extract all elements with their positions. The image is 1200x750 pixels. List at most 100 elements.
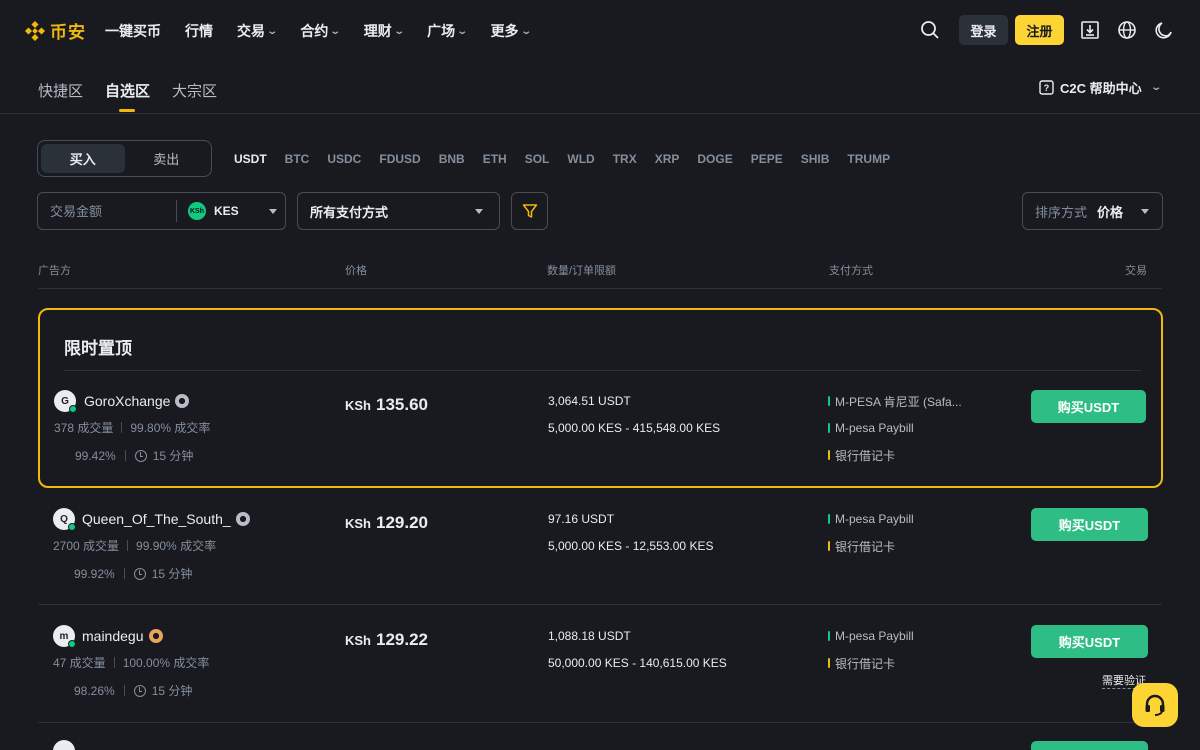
coin-tab-sol[interactable]: SOL	[525, 152, 550, 166]
binance-logo-icon	[24, 20, 46, 42]
chevron-down-icon: ⌄	[393, 25, 405, 37]
tab-p2p[interactable]: 自选区	[105, 80, 150, 112]
payment-method-select[interactable]: 所有支付方式	[297, 192, 500, 230]
search-icon[interactable]	[918, 18, 942, 42]
avatar[interactable]: m	[53, 625, 76, 648]
divider	[127, 540, 129, 551]
moon-icon[interactable]	[1152, 18, 1176, 42]
trade-stats: 378 成交量 99.80% 成交率	[54, 419, 210, 436]
coin-tab-wld[interactable]: WLD	[567, 152, 594, 166]
chevron-down-icon: ⌄	[329, 25, 342, 37]
coin-tab-bnb[interactable]: BNB	[439, 152, 465, 166]
payment-time-limit: 15 分钟	[151, 567, 193, 581]
register-button[interactable]: 注册	[1015, 15, 1064, 45]
payment-method-tag: 银行借记卡	[828, 656, 914, 671]
nav-item-square[interactable]: 广场 ⌄	[427, 21, 468, 41]
completion-rate: 99.90% 成交率	[136, 539, 217, 553]
login-button[interactable]: 登录	[959, 15, 1008, 45]
currency-symbol: KSh	[345, 398, 371, 413]
nav-item-more[interactable]: 更多 ⌄	[490, 21, 532, 41]
ad-price: KSh 129.22	[345, 630, 428, 650]
avatar[interactable]: Q	[53, 508, 76, 531]
payment-methods: M-pesa Paybill 银行借记卡	[828, 629, 914, 683]
coin-tab-doge[interactable]: DOGE	[697, 152, 732, 166]
nav-item-markets[interactable]: 行情	[185, 21, 213, 41]
avatar[interactable]	[53, 740, 75, 750]
buy-tab[interactable]: 买入	[41, 144, 125, 173]
payment-color-marker	[828, 450, 830, 460]
promoted-title: 限时置顶	[64, 339, 132, 358]
positive-rating: 99.92%	[74, 566, 115, 581]
payment-name: M-pesa Paybill	[835, 512, 914, 526]
advertiser-name[interactable]: Queen_Of_The_South_	[82, 511, 250, 527]
payment-color-marker	[828, 631, 830, 641]
nav-actions: 登录 注册	[918, 15, 1176, 45]
top-navbar: 币安 一键买币 行情 交易 ⌄ 合约 ⌄ 理财 ⌄ 广场 ⌄ 更多 ⌄ 登录 注册	[0, 0, 1200, 62]
coin-tab-usdt[interactable]: USDT	[234, 152, 267, 166]
binance-logo[interactable]: 币安	[24, 18, 86, 43]
nav-item-futures[interactable]: 合约 ⌄	[300, 21, 342, 41]
coin-tab-pepe[interactable]: PEPE	[751, 152, 783, 166]
tab-express[interactable]: 快捷区	[38, 80, 83, 101]
amount-input[interactable]	[38, 193, 176, 229]
tab-block-trade[interactable]: 大宗区	[172, 80, 217, 101]
currency-code: KES	[214, 204, 239, 218]
buy-usdt-button[interactable]: 购买USDT	[1031, 625, 1148, 658]
nav-label: 合约	[300, 23, 329, 39]
sell-tab[interactable]: 卖出	[125, 144, 209, 173]
rating-stats: 99.92% 15 分钟	[74, 565, 192, 582]
customer-support-button[interactable]	[1132, 683, 1178, 727]
payment-name: 银行借记卡	[835, 656, 896, 671]
coin-tab-shib[interactable]: SHIB	[801, 152, 830, 166]
c2c-help-center[interactable]: ? C2C 帮助中心 ⌄	[1039, 78, 1162, 97]
sort-select[interactable]: 排序方式 价格	[1022, 192, 1163, 230]
payment-methods: M-pesa Paybill 银行借记卡	[828, 512, 914, 566]
nav-item-quick-buy[interactable]: 一键买币	[105, 21, 161, 41]
help-icon: ?	[1039, 80, 1054, 95]
coin-tab-eth[interactable]: ETH	[483, 152, 507, 166]
payment-color-marker	[828, 423, 830, 433]
headset-icon	[1145, 694, 1165, 716]
coin-tab-xrp[interactable]: XRP	[655, 152, 680, 166]
fiat-currency-select[interactable]: KSh KES	[188, 202, 277, 220]
coin-tab-trx[interactable]: TRX	[613, 152, 637, 166]
nav-label: 一键买币	[105, 23, 161, 39]
nav-item-earn[interactable]: 理财 ⌄	[364, 21, 405, 41]
divider	[38, 722, 1162, 723]
amount-filter: KSh KES	[37, 192, 286, 230]
buy-usdt-button[interactable]: 购买USDT	[1031, 508, 1148, 541]
download-icon[interactable]	[1078, 18, 1102, 42]
advertiser-name[interactable]: maindegu	[82, 628, 163, 644]
divider	[113, 657, 115, 668]
caret-down-icon	[268, 208, 277, 214]
price-value: 129.20	[376, 513, 428, 532]
nav-item-trade[interactable]: 交易 ⌄	[237, 21, 278, 41]
ad-row: G GoroXchange 378 成交量 99.80% 成交率 99.42% 15…	[0, 390, 1200, 500]
coin-tab-trump[interactable]: TRUMP	[847, 152, 890, 166]
nav-label: 更多	[490, 23, 519, 39]
order-limit: 5,000.00 KES - 12,553.00 KES	[548, 539, 714, 553]
svg-text:?: ?	[1044, 83, 1050, 93]
divider	[0, 113, 1200, 114]
coin-tab-usdc[interactable]: USDC	[327, 152, 361, 166]
brand-name: 币安	[50, 23, 86, 42]
buy-usdt-button[interactable]: 购买USDT	[1031, 390, 1146, 423]
advertiser-name-text: GoroXchange	[84, 393, 171, 409]
advertiser-name-text: Queen_Of_The_South_	[82, 511, 231, 527]
nav-label: 广场	[427, 23, 456, 39]
payment-color-marker	[828, 396, 830, 406]
coin-tab-btc[interactable]: BTC	[285, 152, 310, 166]
ad-row: m maindegu 47 成交量 100.00% 成交率 98.26% 15 分钟…	[0, 625, 1200, 735]
advertiser-name[interactable]: GoroXchange	[84, 393, 190, 409]
buy-usdt-button[interactable]	[1031, 741, 1148, 750]
coin-tab-fdusd[interactable]: FDUSD	[379, 152, 420, 166]
online-status-dot	[68, 640, 76, 648]
avatar[interactable]: G	[54, 390, 77, 413]
globe-icon[interactable]	[1115, 18, 1139, 42]
clock-icon	[134, 449, 147, 462]
payment-method-tag: M-PESA 肯尼亚 (Safa...	[828, 394, 962, 409]
currency-symbol: KSh	[345, 516, 371, 531]
completion-rate: 100.00% 成交率	[122, 656, 210, 670]
payment-method-tag: 银行借记卡	[828, 448, 962, 463]
filter-button[interactable]	[511, 192, 548, 230]
